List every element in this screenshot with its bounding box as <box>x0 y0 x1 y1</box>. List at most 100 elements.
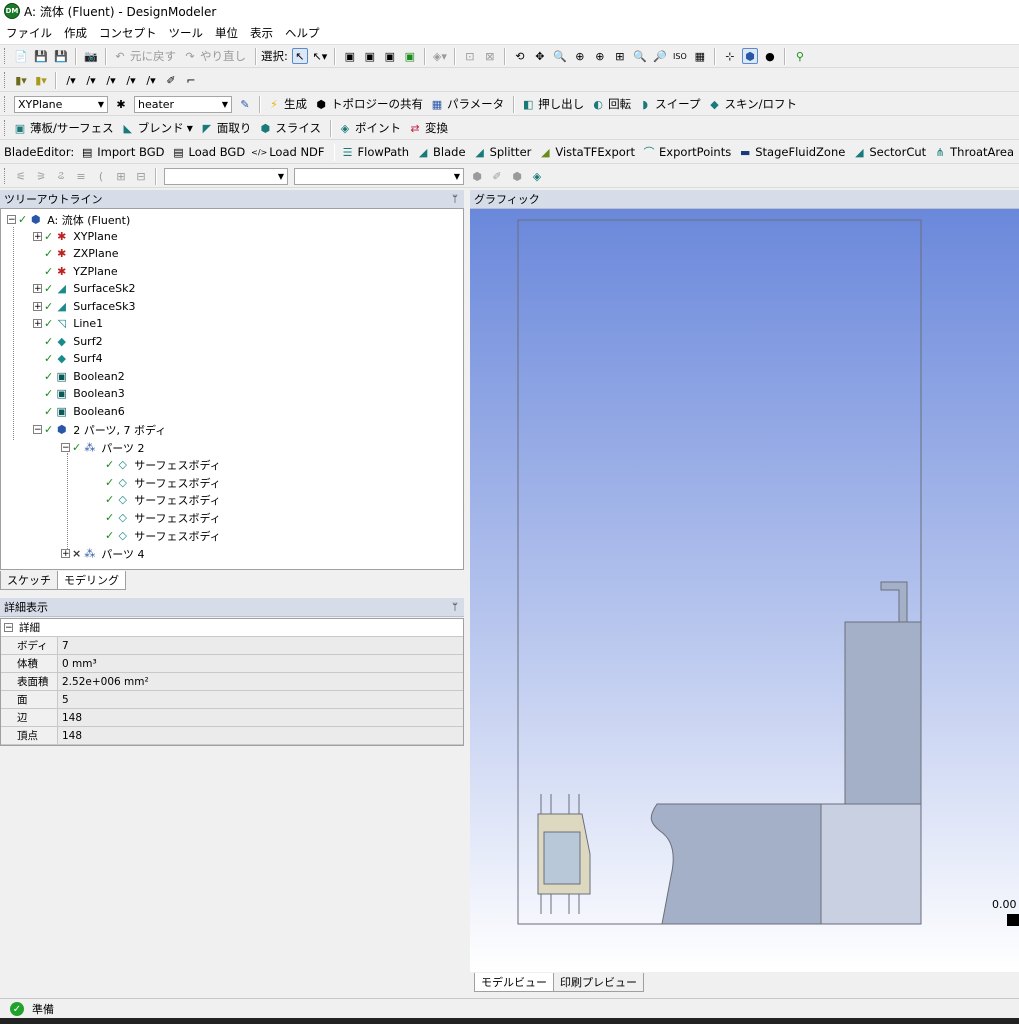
select-dropdown-icon[interactable]: ↖▾ <box>312 48 328 64</box>
constraint-icon[interactable]: ⚞ <box>33 168 49 184</box>
load-ndf-button[interactable]: </> Load NDF <box>251 145 324 159</box>
expand-icon[interactable]: + <box>61 549 70 559</box>
collapse-icon[interactable]: − <box>33 425 42 435</box>
sector-cut-button[interactable]: ◢ SectorCut <box>852 145 926 159</box>
save-as-icon[interactable]: 💾 <box>53 48 69 64</box>
grid-icon[interactable]: ⊞ <box>113 168 129 184</box>
new-plane-icon[interactable]: ✱ <box>113 96 129 112</box>
body-op3-icon[interactable]: ⬢ <box>509 168 525 184</box>
triad-icon[interactable]: ⊹ <box>722 48 738 64</box>
save-icon[interactable]: 💾 <box>33 48 49 64</box>
thin-surface-button[interactable]: ▣ 薄板/サーフェス <box>13 120 114 136</box>
line-tool4-icon[interactable]: ∕▾ <box>123 72 139 88</box>
tree-item-body-4[interactable]: ✓ ◇ サーフェスボディ <box>105 509 221 526</box>
tree-item-line1[interactable]: + ✓ ◹ Line1 <box>33 315 103 332</box>
extend-selection-icon[interactable]: ◈▾ <box>432 48 448 64</box>
collapse-icon[interactable]: − <box>4 623 13 633</box>
tree-item-part2[interactable]: − ✓ ⁂ パーツ 2 <box>61 439 145 456</box>
tab-model-view[interactable]: モデルビュー <box>474 973 554 992</box>
tree-item-xyplane[interactable]: + ✓ ✱ XYPlane <box>33 228 118 245</box>
grid2-icon[interactable]: ⊟ <box>133 168 149 184</box>
expand-icon[interactable]: + <box>33 302 42 312</box>
zoom-icon[interactable]: 🔍 <box>552 48 568 64</box>
stage-fluid-zone-button[interactable]: ▬ StageFluidZone <box>738 145 845 159</box>
transform-button[interactable]: ⇄ 変換 <box>408 120 448 136</box>
new-sketch-icon[interactable]: ✎ <box>237 96 253 112</box>
screenshot-icon[interactable]: 📷 <box>83 48 99 64</box>
body-op4-icon[interactable]: ◈ <box>529 168 545 184</box>
tree-item-parts[interactable]: − ✓ ⬢ 2 パーツ, 7 ボディ <box>33 421 166 438</box>
generate-button[interactable]: ⚡ 生成 <box>267 96 307 112</box>
pin-tool-icon[interactable]: ✐ <box>163 72 179 88</box>
zoom-fit-icon[interactable]: ⊞ <box>612 48 628 64</box>
menu-help[interactable]: ヘルプ <box>279 25 326 41</box>
line-tool5-icon[interactable]: ∕▾ <box>143 72 159 88</box>
box-select2-icon[interactable]: ⊠ <box>482 48 498 64</box>
tree-item-body-1[interactable]: ✓ ◇ サーフェスボディ <box>105 456 221 473</box>
zoom-box-icon[interactable]: ⊕ <box>592 48 608 64</box>
tree-item-surf2[interactable]: ✓ ◆ Surf2 <box>44 333 103 350</box>
throat-area-button[interactable]: ⋔ ThroatArea <box>933 145 1014 159</box>
point-button[interactable]: ◈ ポイント <box>338 120 401 136</box>
import-bgd-button[interactable]: ▤ Import BGD <box>80 145 164 159</box>
tree-item-surfacesk2[interactable]: + ✓ ◢ SurfaceSk2 <box>33 280 135 297</box>
body-op2-icon[interactable]: ✐ <box>489 168 505 184</box>
menu-file[interactable]: ファイル <box>0 25 58 41</box>
sketch-select[interactable]: heater ▼ <box>134 95 232 113</box>
tree-item-body-2[interactable]: ✓ ◇ サーフェスボディ <box>105 474 221 491</box>
tree-item-boolean3[interactable]: ✓ ▣ Boolean3 <box>44 385 125 402</box>
named-selection-icon[interactable]: ⚲ <box>792 48 808 64</box>
display-point-icon[interactable]: ● <box>762 48 778 64</box>
revolve-button[interactable]: ◐ 回転 <box>591 96 631 112</box>
expand-icon[interactable]: + <box>33 284 42 294</box>
share-topology-button[interactable]: ⬢ トポロジーの共有 <box>314 96 423 112</box>
menu-units[interactable]: 単位 <box>209 25 244 41</box>
new-file-icon[interactable]: 📄 <box>13 48 29 64</box>
vista-button[interactable]: ◢ VistaTFExport <box>538 145 635 159</box>
expand-icon[interactable]: + <box>33 232 42 242</box>
export-points-button[interactable]: ⌒ ExportPoints <box>642 145 732 159</box>
details-section[interactable]: − 詳細 <box>1 619 463 637</box>
expand-icon[interactable]: + <box>33 319 42 329</box>
plane-select[interactable]: XYPlane ▼ <box>14 95 108 113</box>
sweep-button[interactable]: ◗ スイープ <box>638 96 700 112</box>
pan-icon[interactable]: ✥ <box>532 48 548 64</box>
undo-button[interactable]: ↶ 元に戻す <box>113 48 176 64</box>
tree-item-zxplane[interactable]: ✓ ✱ ZXPlane <box>44 245 118 262</box>
tab-modeling[interactable]: モデリング <box>57 571 126 590</box>
splitter-button[interactable]: ◢ Splitter <box>473 145 531 159</box>
tab-print-preview[interactable]: 印刷プレビュー <box>553 973 644 992</box>
slice-button[interactable]: ⬢ スライス <box>258 120 321 136</box>
tree-item-yzplane[interactable]: ✓ ✱ YZPlane <box>44 263 118 280</box>
box-select-icon[interactable]: ⊡ <box>462 48 478 64</box>
select-point-icon[interactable]: ▣ <box>342 48 358 64</box>
menu-tools[interactable]: ツール <box>163 25 210 41</box>
body-op-icon[interactable]: ⬢ <box>469 168 485 184</box>
select-body-icon[interactable]: ▣ <box>402 48 418 64</box>
tree-item-body-5[interactable]: ✓ ◇ サーフェスボディ <box>105 527 221 544</box>
flag-tool-icon[interactable]: ⌐ <box>183 72 199 88</box>
blade-button[interactable]: ◢ Blade <box>416 145 466 159</box>
select-edge-icon[interactable]: ▣ <box>362 48 378 64</box>
tree-item-body-3[interactable]: ✓ ◇ サーフェスボディ <box>105 491 221 508</box>
display-model-icon[interactable]: ⬢ <box>741 48 758 64</box>
menu-concept[interactable]: コンセプト <box>93 25 163 41</box>
graphics-viewport[interactable]: 0.00 <box>470 209 1019 972</box>
magnifier-icon[interactable]: 🔎 <box>652 48 668 64</box>
dimension-icon[interactable]: ⚟ <box>13 168 29 184</box>
load-bgd-button[interactable]: ▤ Load BGD <box>172 145 245 159</box>
zoom-in-icon[interactable]: ⊕ <box>572 48 588 64</box>
zoom-to-fit-icon[interactable]: 🔍 <box>632 48 648 64</box>
tree-item-boolean2[interactable]: ✓ ▣ Boolean2 <box>44 368 125 385</box>
tree-item-surfacesk3[interactable]: + ✓ ◢ SurfaceSk3 <box>33 298 135 315</box>
collapse-icon[interactable]: − <box>61 443 70 453</box>
iso-view-icon[interactable]: ISO <box>672 48 688 64</box>
redo-button[interactable]: ↷ やり直し <box>183 48 246 64</box>
collapse-icon[interactable]: − <box>7 215 16 225</box>
blend-button[interactable]: ◣ ブレンド ▼ <box>121 120 192 136</box>
pin-icon[interactable]: ᛘ <box>452 194 458 205</box>
chamfer-button[interactable]: ◤ 面取り <box>200 120 252 136</box>
hatch-icon[interactable]: ≡ <box>73 168 89 184</box>
rotate-icon[interactable]: ⟲ <box>512 48 528 64</box>
skin-loft-button[interactable]: ◆ スキン/ロフト <box>707 96 797 112</box>
